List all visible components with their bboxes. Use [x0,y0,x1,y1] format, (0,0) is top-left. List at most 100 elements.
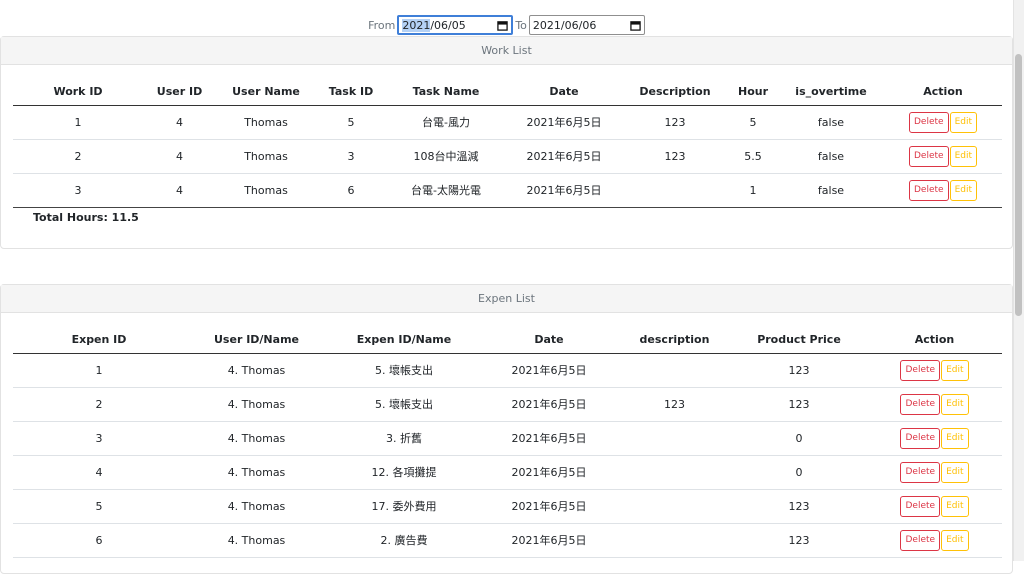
edit-button[interactable]: Edit [949,111,977,133]
expen-cell-expen-id: 1 [13,353,185,388]
work-col-header: User ID [143,79,216,106]
expen-col-header: description [618,327,731,354]
scrollbar[interactable] [1013,0,1024,561]
expen-cell-price: 0 [731,421,867,456]
expen-row: 5 4. Thomas 17. 委外費用 2021年6月5日 123 Delete Edit [13,489,1002,524]
work-cell-description: 123 [622,139,728,174]
expen-cell-description [618,489,731,524]
work-cell-action: Delete Edit [884,105,1002,140]
delete-button[interactable]: Delete [900,393,941,415]
expen-row: 2 4. Thomas 5. 壞帳支出 2021年6月5日 123 123 Delete Ed… [13,387,1002,422]
work-col-header: User Name [216,79,316,106]
work-col-header: Task Name [386,79,506,106]
work-col-header: Task ID [316,79,386,106]
delete-button[interactable]: Delete [900,427,941,449]
expen-cell-expen: 5. 壞帳支出 [328,387,480,422]
from-date-input[interactable]: 2021/06/05 [397,15,514,35]
work-cell-hour: 5 [728,105,778,140]
expen-row: 3 4. Thomas 3. 折舊 2021年6月5日 0 Delete Edit [13,421,1002,456]
expen-cell-user: 4. Thomas [185,421,328,456]
delete-button[interactable]: Delete [908,111,949,133]
expen-cell-expen-id: 5 [13,489,185,524]
work-cell-task-id: 5 [316,105,386,140]
delete-button[interactable]: Delete [908,145,949,167]
calendar-icon[interactable] [497,20,509,31]
edit-button[interactable]: Edit [949,145,977,167]
from-date-value: 2021/06/05 [402,18,466,32]
expen-cell-user: 4. Thomas [185,489,328,524]
expen-cell-description [618,523,731,558]
expen-col-header: Expen ID/Name [328,327,480,354]
work-cell-task-name: 108台中溫減 [386,139,506,174]
work-cell-date: 2021年6月5日 [506,173,622,208]
scrollbar-thumb[interactable] [1015,54,1022,316]
work-cell-description: 123 [622,105,728,140]
expen-cell-date: 2021年6月5日 [480,421,618,456]
work-cell-description [622,173,728,208]
expen-row: 4 4. Thomas 12. 各項攤提 2021年6月5日 0 Delete Edit [13,455,1002,490]
work-cell-task-name: 台電-風力 [386,105,506,140]
expen-cell-price: 0 [731,455,867,490]
expen-cell-date: 2021年6月5日 [480,489,618,524]
work-col-header: Hour [728,79,778,106]
expen-cell-action: Delete Edit [867,353,1002,388]
expen-cell-expen-id: 6 [13,523,185,558]
work-cell-action: Delete Edit [884,139,1002,174]
work-cell-user-id: 4 [143,173,216,208]
expen-list-table: Expen ID User ID/Name Expen ID/Name Date des… [13,327,1002,558]
work-col-header: Work ID [13,79,143,106]
expen-cell-price: 123 [731,353,867,388]
work-list-card: Work List Work ID User ID User Name Task ID… [0,36,1013,249]
calendar-icon[interactable] [630,20,641,31]
delete-button[interactable]: Delete [900,461,941,483]
expen-cell-expen: 2. 廣告費 [328,523,480,558]
expen-col-header: User ID/Name [185,327,328,354]
work-cell-user-name: Thomas [216,105,316,140]
expen-cell-user: 4. Thomas [185,455,328,490]
work-list-title: Work List [1,37,1012,65]
work-cell-task-id: 3 [316,139,386,174]
expen-cell-date: 2021年6月5日 [480,387,618,422]
work-cell-user-name: Thomas [216,139,316,174]
work-col-header: is_overtime [778,79,884,106]
expen-cell-price: 123 [731,489,867,524]
work-cell-work-id: 3 [13,173,143,208]
total-hours: Total Hours: 11.5 [33,210,139,224]
expen-cell-expen-id: 3 [13,421,185,456]
to-date-input[interactable]: 2021/06/06 [528,15,645,35]
edit-button[interactable]: Edit [941,461,969,483]
work-cell-user-id: 4 [143,139,216,174]
work-cell-date: 2021年6月5日 [506,139,622,174]
work-cell-hour: 5.5 [728,139,778,174]
work-col-header: Action [884,79,1002,106]
edit-button[interactable]: Edit [941,427,969,449]
expen-cell-price: 123 [731,387,867,422]
expen-cell-action: Delete Edit [867,421,1002,456]
expen-col-header: Expen ID [13,327,185,354]
edit-button[interactable]: Edit [941,359,969,381]
edit-button[interactable]: Edit [941,393,969,415]
delete-button[interactable]: Delete [900,529,941,551]
expen-list-title: Expen List [1,285,1012,313]
delete-button[interactable]: Delete [900,359,941,381]
work-cell-work-id: 2 [13,139,143,174]
expen-cell-expen: 17. 委外費用 [328,489,480,524]
work-row: 2 4 Thomas 3 108台中溫減 2021年6月5日 123 5.5 false Dele… [13,139,1002,174]
work-cell-is-overtime: false [778,105,884,140]
work-cell-date: 2021年6月5日 [506,105,622,140]
work-col-header: Date [506,79,622,106]
delete-button[interactable]: Delete [900,495,941,517]
expen-row: 1 4. Thomas 5. 壞帳支出 2021年6月5日 123 Delete Edit [13,353,1002,388]
expen-col-header: Date [480,327,618,354]
expen-cell-user: 4. Thomas [185,387,328,422]
expen-cell-description [618,455,731,490]
work-cell-is-overtime: false [778,139,884,174]
work-cell-task-id: 6 [316,173,386,208]
expen-cell-date: 2021年6月5日 [480,353,618,388]
delete-button[interactable]: Delete [908,179,949,201]
edit-button[interactable]: Edit [949,179,977,201]
edit-button[interactable]: Edit [941,529,969,551]
expen-row: 6 4. Thomas 2. 廣告費 2021年6月5日 123 Delete Edit [13,523,1002,558]
expen-cell-action: Delete Edit [867,387,1002,422]
edit-button[interactable]: Edit [941,495,969,517]
